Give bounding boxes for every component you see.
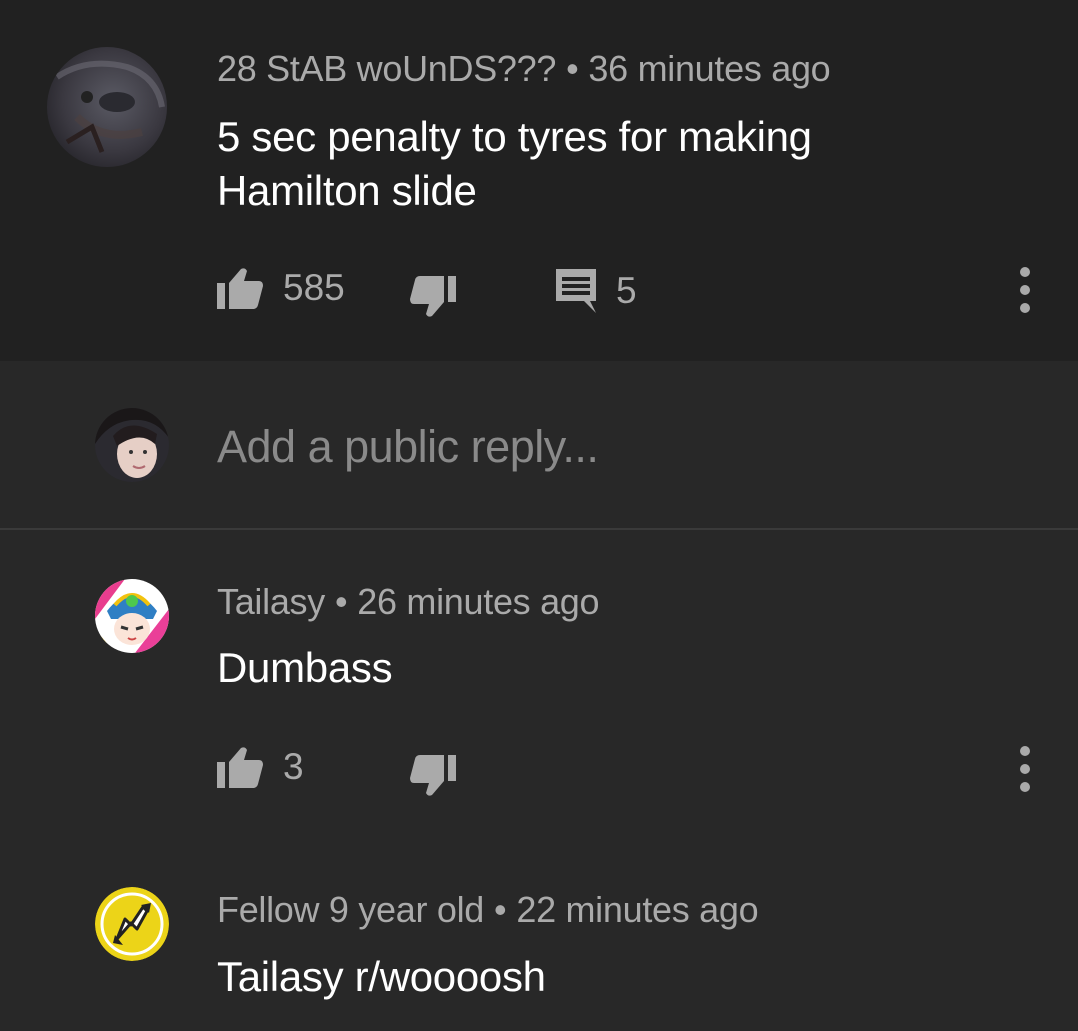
like-count: 585: [283, 267, 345, 308]
separator-dot: •: [566, 48, 579, 89]
thumbs-up-icon: [217, 268, 263, 309]
reply-author[interactable]: Tailasy: [217, 581, 325, 622]
avatar[interactable]: [95, 579, 169, 653]
comment-thread: 28 StAB woUnDS??? • 36 minutes ago 5 sec p…: [0, 0, 1078, 1031]
avatar: [95, 408, 169, 482]
reply-count: 5: [616, 270, 637, 311]
comment-meta: 28 StAB woUnDS??? • 36 minutes ago: [217, 48, 831, 90]
reply-meta: Tailasy • 26 minutes ago: [217, 581, 600, 623]
reply-time[interactable]: 22 minutes ago: [516, 889, 758, 930]
thumbs-up-icon: [217, 747, 263, 788]
reply-button[interactable]: 5: [556, 266, 637, 316]
like-count: 3: [283, 746, 304, 787]
comment-text-line: Hamilton slide: [217, 167, 477, 214]
comment-text-line: 5 sec penalty to tyres for making: [217, 113, 812, 160]
avatar[interactable]: [95, 887, 169, 961]
more-menu-button[interactable]: [1010, 266, 1040, 314]
comment-text: 5 sec penalty to tyres for making Hamilt…: [217, 110, 812, 218]
more-vertical-icon: [1020, 746, 1030, 792]
reply-author[interactable]: Fellow 9 year old: [217, 889, 484, 930]
reply-time[interactable]: 26 minutes ago: [357, 581, 599, 622]
comment-author[interactable]: 28 StAB woUnDS???: [217, 48, 556, 89]
reply-text: Tailasy r/woooosh: [217, 953, 546, 1000]
comment-icon: [556, 269, 596, 313]
dislike-button[interactable]: [410, 751, 456, 801]
more-menu-button[interactable]: [1010, 745, 1040, 793]
more-vertical-icon: [1020, 267, 1030, 313]
reply-input[interactable]: [217, 418, 1017, 476]
comment-time[interactable]: 36 minutes ago: [588, 48, 830, 89]
separator-dot: •: [334, 581, 348, 622]
reply-text: Dumbass: [217, 644, 393, 691]
separator-dot: •: [494, 889, 507, 930]
thumbs-down-icon: [410, 276, 456, 317]
like-button[interactable]: 3: [217, 742, 304, 792]
reply-meta: Fellow 9 year old • 22 minutes ago: [217, 889, 759, 931]
avatar[interactable]: [47, 47, 167, 167]
thumbs-down-icon: [410, 755, 456, 796]
divider: [0, 528, 1078, 530]
like-button[interactable]: 585: [217, 263, 345, 313]
dislike-button[interactable]: [410, 272, 456, 322]
